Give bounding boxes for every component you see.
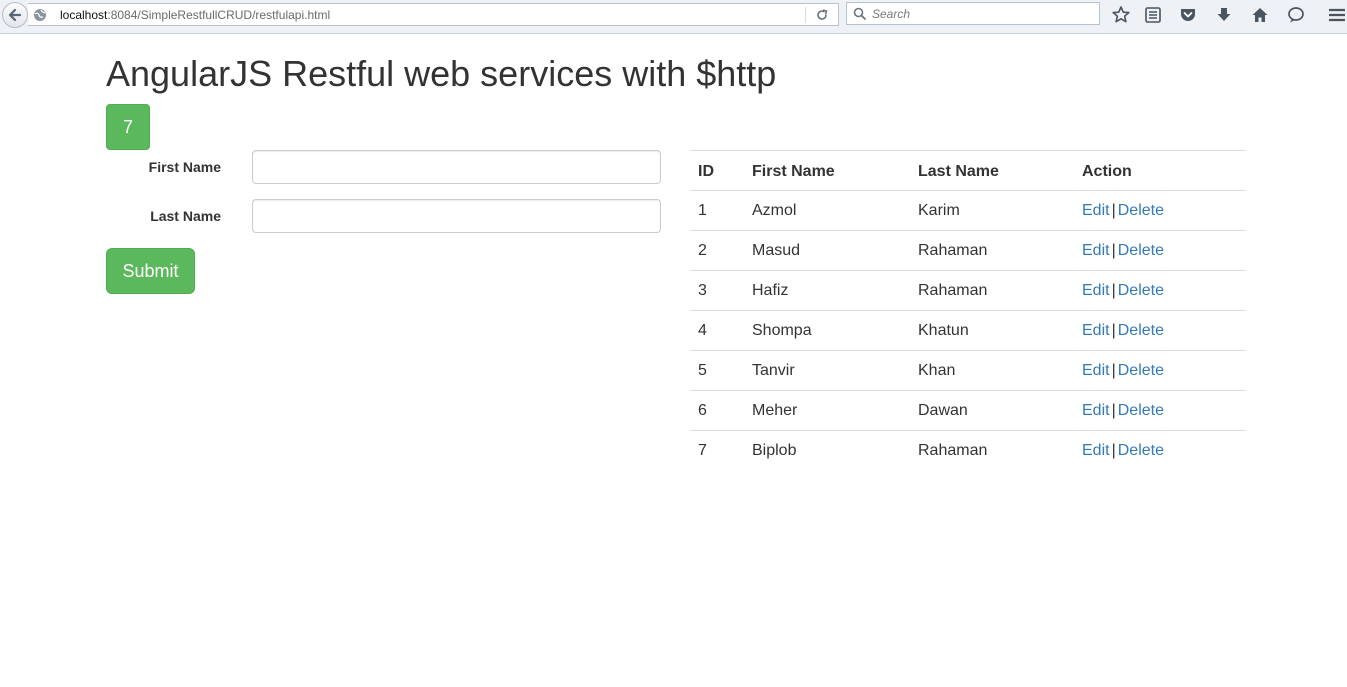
action-separator: | (1111, 441, 1116, 459)
header-last-name: Last Name (910, 150, 1074, 191)
url-host: localhost (60, 8, 108, 22)
address-bar[interactable]: localhost:8084/SimpleRestfullCRUD/restfu… (28, 3, 839, 26)
url-divider (805, 7, 806, 23)
header-action: Action (1074, 150, 1246, 191)
cell-last-name: Dawan (910, 390, 1074, 431)
delete-link[interactable]: Delete (1118, 202, 1164, 219)
cell-action: Edit | Delete (1074, 390, 1246, 431)
url-text: localhost:8084/SimpleRestfullCRUD/restfu… (60, 8, 330, 22)
last-name-input[interactable] (252, 199, 661, 233)
cell-id: 5 (690, 350, 744, 391)
last-name-label: Last Name (150, 208, 221, 224)
cell-last-name: Rahaman (910, 270, 1074, 311)
globe-icon (34, 9, 46, 21)
record-count-badge[interactable]: 7 (106, 104, 150, 150)
url-path: :8084/SimpleRestfullCRUD/restfulapi.html (107, 8, 331, 22)
header-id: ID (690, 150, 744, 191)
edit-link[interactable]: Edit (1082, 282, 1110, 299)
cell-first-name: Hafiz (744, 270, 910, 311)
table-row: 3 Hafiz Rahaman Edit | Delete (690, 270, 1246, 311)
cell-first-name: Meher (744, 390, 910, 431)
browser-toolbar: localhost:8084/SimpleRestfullCRUD/restfu… (0, 0, 1347, 34)
cell-action: Edit | Delete (1074, 270, 1246, 311)
table-row: 6 Meher Dawan Edit | Delete (690, 390, 1246, 431)
cell-action: Edit | Delete (1074, 230, 1246, 271)
cell-id: 4 (690, 310, 744, 351)
table-body: 1 Azmol Karim Edit | Delete 2 Masud Rahaman Edit |… (690, 190, 1246, 471)
chat-icon[interactable] (1286, 5, 1306, 25)
cell-last-name: Rahaman (910, 230, 1074, 271)
cell-id: 2 (690, 230, 744, 271)
edit-link[interactable]: Edit (1082, 322, 1110, 339)
cell-first-name: Shompa (744, 310, 910, 351)
edit-link[interactable]: Edit (1082, 202, 1110, 219)
cell-last-name: Khatun (910, 310, 1074, 351)
table-header-row: ID First Name Last Name Action (690, 150, 1246, 191)
cell-last-name: Rahaman (918, 441, 988, 459)
cell-action: Edit | Delete (1074, 431, 1246, 471)
page-title: AngularJS Restful web services with $htt… (106, 53, 777, 94)
search-placeholder: Search (872, 7, 911, 21)
cell-action: Edit | Delete (1074, 310, 1246, 351)
table-row: 7 Biplob Rahaman Edit | Delete (690, 431, 1246, 471)
edit-link[interactable]: Edit (1082, 402, 1110, 419)
edit-link[interactable]: Edit (1082, 362, 1110, 379)
cell-id: 3 (690, 270, 744, 311)
table-row: 5 Tanvir Khan Edit | Delete (690, 350, 1246, 391)
cell-action: Edit | Delete (1074, 350, 1246, 391)
action-separator: | (1111, 201, 1116, 219)
browser-search-bar[interactable]: Search (846, 2, 1100, 25)
cell-first-name: Masud (744, 230, 910, 271)
back-button[interactable] (2, 2, 28, 28)
cell-id: 6 (690, 390, 744, 431)
delete-link[interactable]: Delete (1118, 442, 1164, 459)
people-table: ID First Name Last Name Action 1 Azmol Kar… (690, 150, 1246, 471)
action-separator: | (1111, 321, 1116, 339)
delete-link[interactable]: Delete (1118, 242, 1164, 259)
table-row: 1 Azmol Karim Edit | Delete (690, 190, 1246, 231)
first-name-label: First Name (148, 159, 221, 175)
home-icon[interactable] (1250, 5, 1270, 25)
download-icon[interactable] (1214, 5, 1234, 25)
cell-action: Edit | Delete (1074, 190, 1246, 231)
cell-first-name: Biplob (752, 441, 797, 459)
action-separator: | (1111, 281, 1116, 299)
delete-link[interactable]: Delete (1118, 402, 1164, 419)
cell-first-name: Tanvir (744, 350, 910, 391)
edit-link[interactable]: Edit (1082, 442, 1110, 459)
cell-last-name: Karim (910, 190, 1074, 231)
action-separator: | (1111, 361, 1116, 379)
edit-link[interactable]: Edit (1082, 242, 1110, 259)
header-first-name: First Name (744, 150, 910, 191)
submit-button[interactable]: Submit (106, 248, 195, 294)
first-name-input[interactable] (252, 150, 661, 184)
action-separator: | (1111, 401, 1116, 419)
cell-first-name: Azmol (744, 190, 910, 231)
action-separator: | (1111, 241, 1116, 259)
pocket-icon[interactable] (1178, 5, 1198, 25)
menu-icon[interactable] (1327, 5, 1347, 25)
table-row: 2 Masud Rahaman Edit | Delete (690, 230, 1246, 271)
search-icon (853, 7, 867, 21)
delete-link[interactable]: Delete (1118, 362, 1164, 379)
back-arrow-icon (8, 8, 22, 22)
reload-icon[interactable] (815, 8, 829, 22)
delete-link[interactable]: Delete (1118, 322, 1164, 339)
cell-id: 1 (690, 190, 744, 231)
reading-list-icon[interactable] (1143, 5, 1163, 25)
delete-link[interactable]: Delete (1118, 282, 1164, 299)
table-row: 4 Shompa Khatun Edit | Delete (690, 310, 1246, 351)
cell-id: 7 (698, 441, 707, 459)
cell-last-name: Khan (910, 350, 1074, 391)
bookmark-star-icon[interactable] (1111, 5, 1131, 25)
